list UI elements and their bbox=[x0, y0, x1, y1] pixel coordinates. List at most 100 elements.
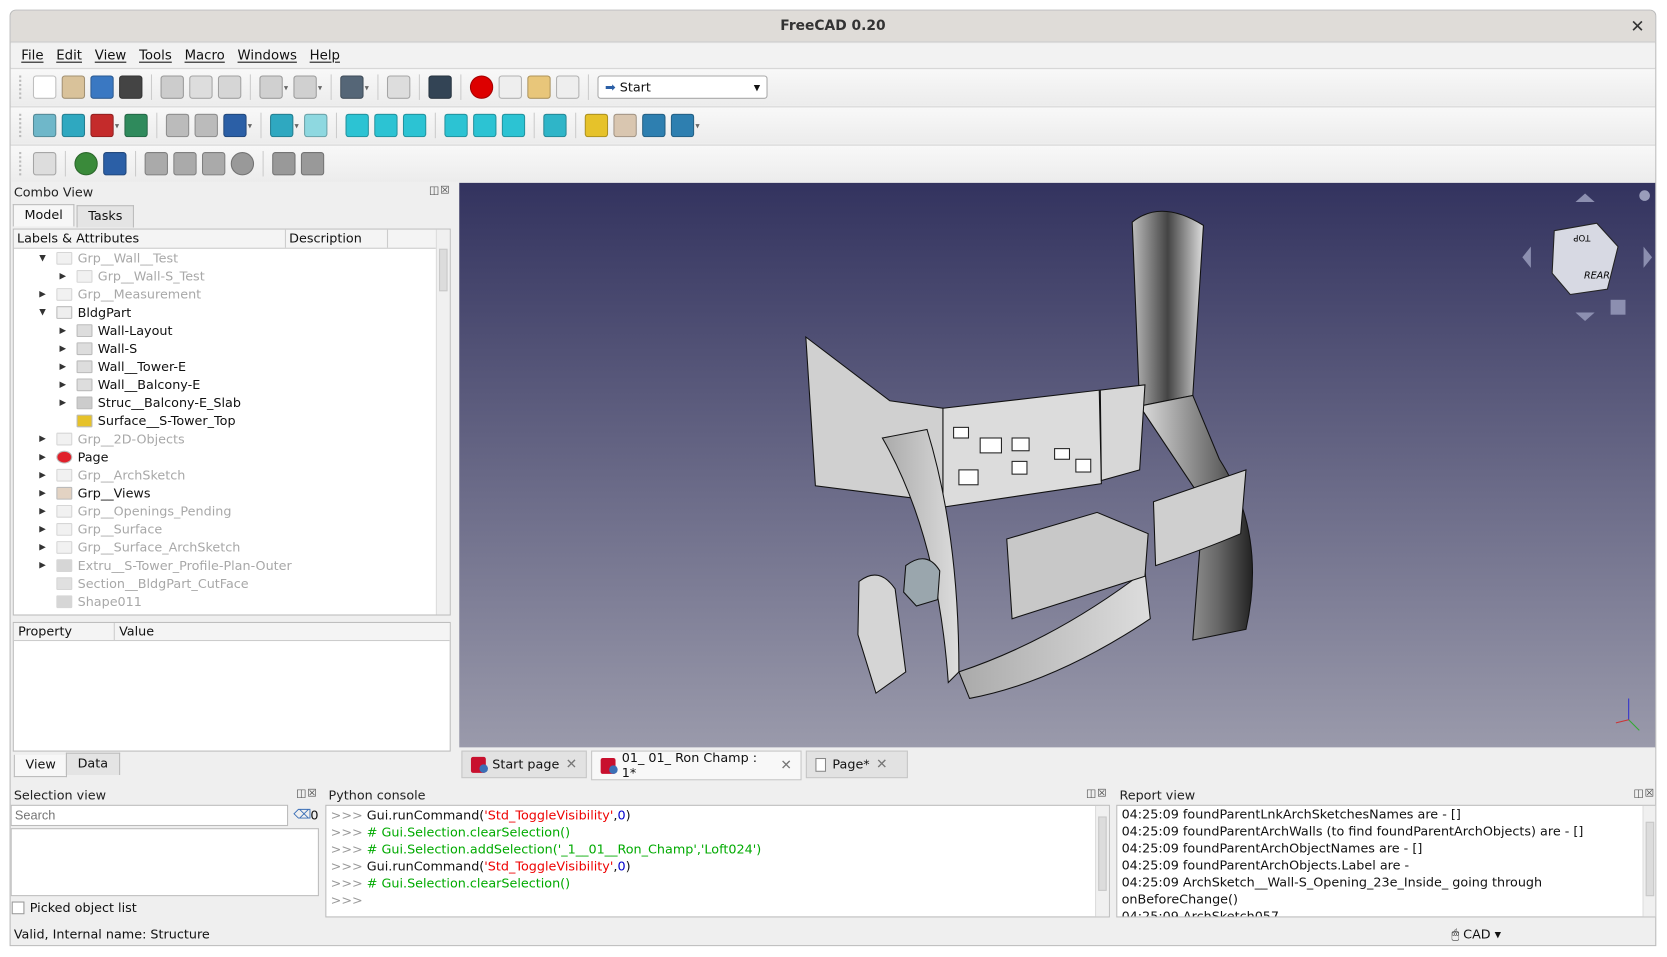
collapsed-arrow-icon[interactable]: ▶ bbox=[37, 434, 48, 444]
tree-item[interactable]: ▶ Struc__Balcony-E_Slab bbox=[14, 393, 450, 411]
fit-all-icon[interactable] bbox=[32, 113, 57, 138]
expanded-arrow-icon[interactable]: ▼ bbox=[37, 307, 48, 317]
3d-view[interactable]: TOP REAR bbox=[459, 182, 1656, 748]
close-tab-icon[interactable]: ✕ bbox=[876, 756, 888, 772]
scroll-thumb[interactable] bbox=[1098, 816, 1107, 891]
link-actions-icon[interactable] bbox=[670, 113, 695, 138]
tab-tasks[interactable]: Tasks bbox=[76, 205, 135, 228]
tab-data[interactable]: Data bbox=[65, 752, 120, 775]
new-file-icon[interactable] bbox=[32, 75, 57, 99]
web-stop-icon[interactable] bbox=[230, 152, 255, 176]
tree-item[interactable]: ▶ Grp__Surface_ArchSketch bbox=[14, 538, 450, 556]
back-icon[interactable] bbox=[165, 113, 190, 138]
navigation-style-selector[interactable]: 🖱 CAD ▾ bbox=[1451, 927, 1501, 943]
collapsed-arrow-icon[interactable]: ▶ bbox=[57, 380, 68, 390]
collapsed-arrow-icon[interactable]: ▶ bbox=[57, 271, 68, 281]
menu-file[interactable]: File bbox=[15, 44, 50, 67]
collapsed-arrow-icon[interactable]: ▶ bbox=[57, 325, 68, 335]
macro-stop-icon[interactable] bbox=[498, 75, 523, 99]
tree-item[interactable]: ▼ BldgPart bbox=[14, 303, 450, 321]
selection-search-input[interactable] bbox=[10, 804, 289, 827]
tree-item[interactable]: Shape011 bbox=[14, 592, 450, 610]
tree-item[interactable]: ▼ Grp__Wall__Test bbox=[14, 249, 450, 267]
selection-list[interactable] bbox=[10, 828, 319, 897]
clear-search-icon[interactable]: ⌫ bbox=[293, 807, 311, 822]
tree-item[interactable]: ▶ Grp__Views bbox=[14, 484, 450, 502]
close-window-button[interactable]: ✕ bbox=[1630, 11, 1644, 43]
dock-buttons[interactable]: ◫☒ bbox=[1634, 788, 1656, 800]
forward-icon[interactable] bbox=[194, 113, 218, 138]
bounding-box-icon[interactable] bbox=[124, 113, 148, 138]
console-scrollbar[interactable] bbox=[1094, 805, 1109, 917]
view-top-icon[interactable] bbox=[374, 113, 398, 138]
tree-item[interactable]: ▶ Grp__2D-Objects bbox=[14, 429, 450, 447]
expanded-arrow-icon[interactable]: ▼ bbox=[37, 253, 48, 263]
menu-help[interactable]: Help bbox=[303, 44, 346, 67]
web-refresh-icon[interactable] bbox=[201, 152, 226, 176]
tree-item[interactable]: ▶ Wall-S bbox=[14, 339, 450, 357]
view-left-icon[interactable] bbox=[501, 113, 526, 138]
fit-selection-icon[interactable] bbox=[61, 113, 86, 138]
save-icon[interactable] bbox=[90, 75, 114, 99]
collapsed-arrow-icon[interactable]: ▶ bbox=[57, 343, 68, 353]
report-view-output[interactable]: 04:25:09 foundParentLnkArchSketchesNames… bbox=[1116, 804, 1656, 918]
measure-icon[interactable] bbox=[543, 113, 567, 138]
view-front-icon[interactable] bbox=[345, 113, 369, 138]
part-icon[interactable] bbox=[584, 113, 609, 138]
view-right-icon[interactable] bbox=[402, 113, 427, 138]
collapsed-arrow-icon[interactable]: ▶ bbox=[37, 542, 48, 552]
tree-item[interactable]: ▶ Grp__Wall-S_Test bbox=[14, 267, 450, 285]
dropdown-arrow-icon[interactable]: ▾ bbox=[115, 121, 119, 131]
close-tab-icon[interactable]: ✕ bbox=[780, 757, 792, 773]
zoom-out-icon[interactable] bbox=[300, 152, 325, 176]
dock-buttons[interactable]: ◫☒ bbox=[1086, 788, 1108, 800]
draw-style-icon[interactable] bbox=[90, 113, 114, 138]
sync-view-icon[interactable] bbox=[223, 113, 247, 138]
collapsed-arrow-icon[interactable]: ▶ bbox=[57, 361, 68, 371]
tree-item[interactable]: ▶ Grp__Measurement bbox=[14, 285, 450, 303]
tab-view[interactable]: View bbox=[13, 754, 68, 778]
dropdown-arrow-icon[interactable]: ▾ bbox=[365, 82, 369, 92]
tree-item[interactable]: ▶ Grp__Openings_Pending bbox=[14, 502, 450, 520]
toolbar-grip[interactable] bbox=[19, 75, 23, 99]
building-model[interactable]: TOP REAR bbox=[459, 183, 1656, 748]
document-tab[interactable]: 01_ 01_ Ron Champ : 1* ✕ bbox=[591, 750, 802, 781]
scroll-thumb[interactable] bbox=[439, 248, 448, 292]
tree-item[interactable]: ▶ Grp__Surface bbox=[14, 520, 450, 538]
workbench-selector[interactable]: ➡ Start ▾ bbox=[597, 75, 768, 99]
dock-buttons[interactable]: ◫☒ bbox=[429, 185, 451, 197]
tab-model[interactable]: Model bbox=[12, 204, 75, 227]
toolbar-grip[interactable] bbox=[19, 152, 23, 176]
cut-icon[interactable] bbox=[160, 75, 184, 99]
refresh-check-icon[interactable] bbox=[340, 75, 364, 99]
collapsed-arrow-icon[interactable]: ▶ bbox=[37, 452, 48, 462]
view-bottom-icon[interactable] bbox=[473, 113, 497, 138]
tree-item[interactable]: ▶ Wall__Balcony-E bbox=[14, 375, 450, 393]
collapsed-arrow-icon[interactable]: ▶ bbox=[37, 524, 48, 534]
checkbox-icon[interactable] bbox=[11, 901, 25, 915]
tree-item[interactable]: Surface__S-Tower_Top bbox=[14, 411, 450, 429]
print-icon[interactable] bbox=[119, 75, 143, 99]
macro-run-icon[interactable] bbox=[556, 75, 580, 99]
macro-edit-icon[interactable] bbox=[527, 75, 551, 99]
link-icon[interactable] bbox=[642, 113, 666, 138]
dropdown-arrow-icon[interactable]: ▾ bbox=[295, 121, 299, 131]
collapsed-arrow-icon[interactable]: ▶ bbox=[37, 488, 48, 498]
collapsed-arrow-icon[interactable]: ▶ bbox=[37, 560, 48, 570]
copy-icon[interactable] bbox=[189, 75, 213, 99]
whats-this-icon[interactable] bbox=[428, 75, 452, 99]
document-tab[interactable]: Page* ✕ bbox=[805, 750, 908, 779]
menu-macro[interactable]: Macro bbox=[178, 44, 231, 67]
column-description[interactable]: Description bbox=[286, 229, 389, 248]
recompute-icon[interactable] bbox=[387, 75, 411, 99]
redo-icon[interactable] bbox=[293, 75, 317, 99]
close-tab-icon[interactable]: ✕ bbox=[566, 756, 578, 772]
paste-icon[interactable] bbox=[217, 75, 242, 99]
document-tab[interactable]: Start page ✕ bbox=[461, 750, 587, 779]
tree-item[interactable]: ▶ Grp__ArchSketch bbox=[14, 466, 450, 484]
web-globe-icon[interactable] bbox=[74, 152, 98, 176]
web-forward-icon[interactable] bbox=[173, 152, 197, 176]
dropdown-arrow-icon[interactable]: ▾ bbox=[284, 82, 288, 92]
picked-object-list-checkbox[interactable]: Picked object list bbox=[11, 900, 137, 915]
collapsed-arrow-icon[interactable]: ▶ bbox=[37, 506, 48, 516]
